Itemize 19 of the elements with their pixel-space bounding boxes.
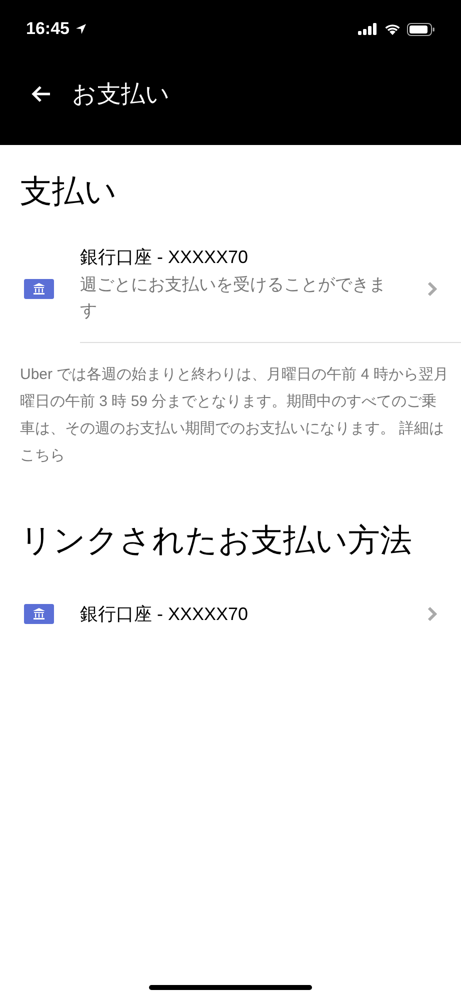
account-subtitle: 週ごとにお支払いを受けることができます — [80, 274, 387, 322]
wifi-icon — [384, 23, 401, 35]
chevron-icon — [427, 280, 437, 296]
battery-icon — [407, 22, 435, 36]
bank-icon — [24, 278, 54, 298]
method-title: 銀行口座 - XXXXX70 — [80, 603, 250, 626]
section-heading: 支払い — [20, 172, 118, 211]
account-title: 銀行口座 - XXXXX70 — [80, 246, 250, 269]
signal-icon — [358, 23, 378, 35]
section-heading: リンクされたお支払い方法 — [20, 521, 413, 560]
status-time: 16:45 — [26, 19, 70, 39]
bank-account-row[interactable]: 銀行口座 - XXXXX70 週ごとにお支払いを受けることができます — [0, 234, 461, 343]
bank-icon — [24, 604, 54, 624]
chevron-icon — [427, 606, 437, 622]
payout-period-note: Uber では各週の始まりと終わりは、月曜日の午前 4 時から翌月曜日の午前 3 時 59 分までとなります。期間中のすべてのご乗車は、その週のお支払い期間でのお支払いになります。 詳細はこちら — [20, 365, 449, 466]
location-arrow-icon — [75, 23, 88, 35]
payment-method-row[interactable]: 銀行口座 - XXXXX70 — [0, 585, 461, 643]
page-title: お支払い — [72, 80, 170, 110]
back-arrow-icon — [31, 85, 51, 103]
